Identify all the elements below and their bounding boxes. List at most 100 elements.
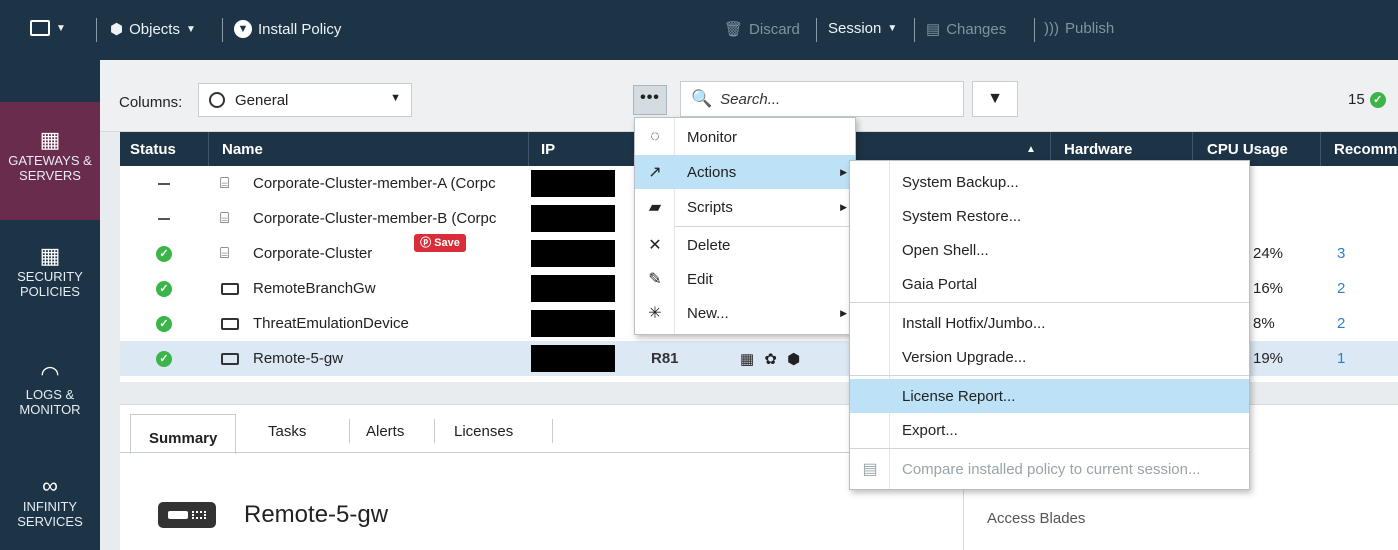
context-menu: ◌ Monitor ↗ Actions ▶ ▰ Scripts ▶ ✕ Dele…: [634, 117, 856, 335]
menu-item-monitor[interactable]: ◌ Monitor: [635, 120, 855, 154]
submenu-item-system-backup[interactable]: System Backup...: [850, 165, 1249, 199]
search-input[interactable]: 🔍 Search...: [680, 81, 964, 117]
menu-item-label: Monitor: [687, 128, 738, 146]
row-recommendations-link[interactable]: 2: [1337, 280, 1345, 297]
tab-summary[interactable]: Summary: [130, 414, 237, 454]
changes-icon: ▤: [926, 21, 941, 38]
column-divider: [208, 132, 209, 166]
changes-label: Changes: [946, 20, 1007, 38]
columns-view-icon: [209, 92, 225, 108]
edit-icon: ✎: [648, 271, 662, 288]
logs-monitor-icon: ◠: [40, 361, 60, 386]
redacted-ip: [531, 240, 615, 267]
tab-alerts[interactable]: Alerts: [366, 423, 404, 440]
submenu-item-system-restore[interactable]: System Restore...: [850, 199, 1249, 233]
app-menu-button[interactable]: ▼: [30, 20, 66, 36]
search-icon: 🔍: [691, 89, 713, 108]
summary-tabs: Summary Tasks Alerts Licenses: [120, 405, 952, 454]
submenu-item-license-report[interactable]: License Report...: [850, 379, 1249, 413]
separator: [1034, 18, 1035, 42]
session-menu[interactable]: Session ▼: [828, 20, 897, 37]
tab-tasks[interactable]: Tasks: [268, 423, 306, 440]
row-cpu: 16%: [1253, 280, 1284, 297]
left-navigation: ▦ GATEWAYS & SERVERS ▦ SECURITY POLICIES…: [0, 60, 100, 550]
tab-licenses[interactable]: Licenses: [454, 423, 513, 440]
tab-divider: [552, 419, 553, 443]
redacted-ip: [531, 205, 615, 232]
discard-button[interactable]: 🗑 Discard: [724, 20, 800, 39]
menu-item-actions[interactable]: ↗ Actions ▶: [635, 155, 855, 189]
compare-icon: ▤: [862, 461, 878, 478]
menu-item-edit[interactable]: ✎ Edit: [635, 262, 855, 296]
top-bar: ▼ ⬢ Objects ▼ ▼ Install Policy 🗑 Discard…: [0, 0, 1398, 60]
menu-item-new[interactable]: ✳ New... ▶: [635, 296, 855, 330]
gateway-device-icon: [158, 502, 216, 528]
row-recommendations-link[interactable]: 2: [1337, 315, 1345, 332]
nav-logs-monitor[interactable]: ◠ LOGS & MONITOR: [0, 360, 100, 444]
row-cpu: 24%: [1253, 245, 1284, 262]
row-recommendations-link[interactable]: 1: [1337, 350, 1345, 367]
count-value: 15: [1348, 91, 1365, 108]
publish-button[interactable]: ))) Publish: [1044, 20, 1114, 37]
install-policy-button[interactable]: ▼ Install Policy: [234, 20, 341, 38]
changes-button[interactable]: ▤ Changes: [926, 20, 1007, 39]
redacted-ip: [531, 170, 615, 197]
nav-infinity-label: INFINITY SERVICES: [17, 499, 83, 529]
menu-item-label: Delete: [687, 236, 731, 254]
status-ok-icon: ✓: [156, 316, 172, 332]
gateway-icon: [221, 283, 239, 295]
submenu-item-gaia-portal[interactable]: Gaia Portal: [850, 267, 1249, 301]
columns-value: General: [235, 91, 289, 109]
redacted-ip: [531, 345, 615, 372]
submenu-item-install-hotfix[interactable]: Install Hotfix/Jumbo...: [850, 306, 1249, 340]
pin-label: Save: [434, 237, 460, 249]
nav-security-policies[interactable]: ▦ SECURITY POLICIES: [0, 242, 100, 326]
more-actions-button[interactable]: •••: [633, 85, 667, 115]
column-ip[interactable]: IP: [541, 141, 555, 158]
row-name: Remote-5-gw: [253, 350, 344, 367]
nav-gateways-servers[interactable]: ▦ GATEWAYS & SERVERS: [0, 102, 100, 220]
objects-menu[interactable]: ⬢ Objects ▼: [110, 20, 196, 39]
status-ok-icon: ✓: [156, 281, 172, 297]
column-cpu-usage[interactable]: CPU Usage: [1207, 141, 1288, 158]
submenu-item-compare-policy[interactable]: ▤ Compare installed policy to current se…: [850, 452, 1249, 486]
column-hardware[interactable]: Hardware: [1064, 141, 1132, 158]
nav-security-label: SECURITY POLICIES: [17, 269, 83, 299]
nav-infinity-services[interactable]: ∞ INFINITY SERVICES: [0, 474, 100, 550]
column-name[interactable]: Name: [222, 141, 263, 158]
column-recommendations[interactable]: Recomm: [1334, 141, 1397, 158]
menu-item-delete[interactable]: ✕ Delete: [635, 228, 855, 262]
filter-button[interactable]: ▼: [972, 81, 1018, 117]
menu-item-label: System Restore...: [902, 207, 1022, 225]
separator: [816, 18, 817, 42]
menu-item-label: New...: [687, 304, 729, 322]
tabs-underline: [120, 452, 952, 453]
columns-select[interactable]: General ▼: [198, 83, 412, 117]
row-recommendations-link[interactable]: 3: [1337, 245, 1345, 262]
pinterest-save-button[interactable]: ⓟ Save: [414, 234, 466, 252]
row-version: R81: [651, 350, 679, 367]
access-blades-label: Access Blades: [987, 510, 1086, 527]
tab-divider: [349, 419, 350, 443]
column-status[interactable]: Status: [130, 141, 176, 158]
menu-item-scripts[interactable]: ▰ Scripts ▶: [635, 190, 855, 224]
cluster-icon: ⌸: [220, 245, 230, 262]
check-icon: ✓: [1369, 91, 1386, 108]
row-cpu: 8%: [1253, 315, 1275, 332]
submenu-item-export[interactable]: Export...: [850, 413, 1249, 447]
security-policies-icon: ▦: [39, 243, 61, 268]
separator: [96, 18, 97, 42]
cluster-member-icon: ⌸: [220, 210, 230, 227]
submenu-arrow-icon: ▶: [840, 166, 847, 177]
app-menu-icon: [30, 20, 50, 36]
infinity-icon: ∞: [42, 473, 58, 498]
blades-icons: ▦ ✿ ⬢: [740, 351, 804, 368]
monitor-icon: ◌: [650, 128, 660, 145]
submenu-item-version-upgrade[interactable]: Version Upgrade...: [850, 340, 1249, 374]
actions-icon: ↗: [648, 164, 662, 181]
submenu-item-open-shell[interactable]: Open Shell...: [850, 233, 1249, 267]
new-icon: ✳: [648, 305, 662, 322]
session-label: Session: [828, 20, 882, 37]
row-name: Corporate-Cluster-member-A (Corpc: [253, 175, 496, 192]
menu-item-label: Version Upgrade...: [902, 348, 1027, 366]
